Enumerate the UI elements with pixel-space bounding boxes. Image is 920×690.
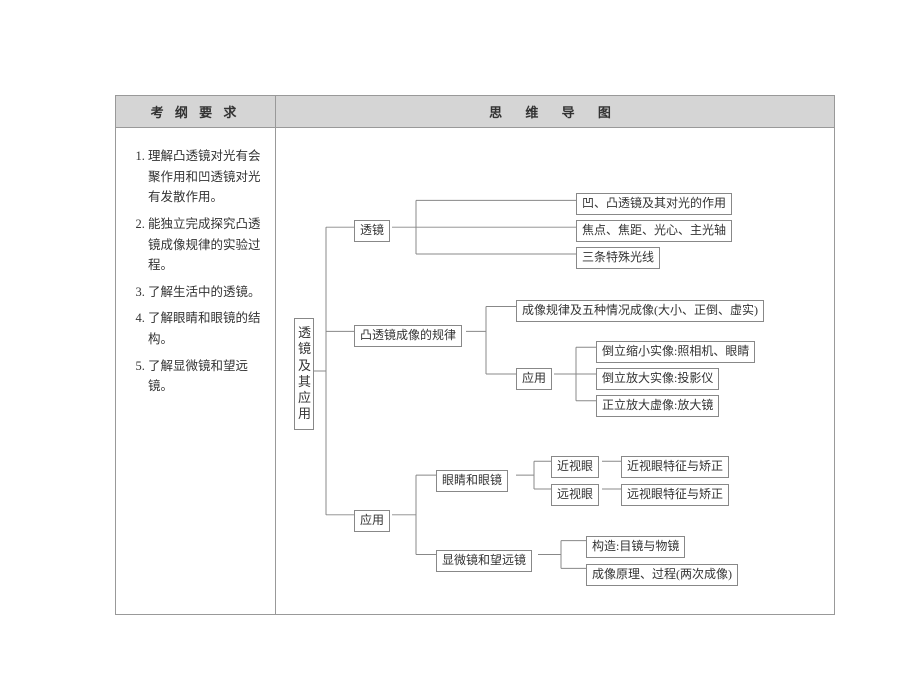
syllabus-list: 理解凸透镜对光有会聚作用和凹透镜对光有发散作用。 能独立完成探究凸透镜成像规律的… xyxy=(130,146,263,397)
header-syllabus: 考 纲 要 求 xyxy=(116,96,276,127)
branch-lens: 透镜 xyxy=(354,220,390,242)
header-mindmap: 思 维 导 图 xyxy=(276,96,834,127)
syllabus-item: 了解眼睛和眼镜的结构。 xyxy=(148,308,263,349)
leaf-rule: 成像规律及五种情况成像(大小、正倒、虚实) xyxy=(516,300,764,322)
leaf-lens-rays: 三条特殊光线 xyxy=(576,247,660,269)
branch-apply: 应用 xyxy=(516,368,552,390)
leaf-scope-structure: 构造:目镜与物镜 xyxy=(586,536,685,558)
node-hyperopia: 远视眼 xyxy=(551,484,599,506)
syllabus-item: 能独立完成探究凸透镜成像规律的实验过程。 xyxy=(148,214,263,276)
body-row: 理解凸透镜对光有会聚作用和凹透镜对光有发散作用。 能独立完成探究凸透镜成像规律的… xyxy=(116,128,834,614)
syllabus-item: 理解凸透镜对光有会聚作用和凹透镜对光有发散作用。 xyxy=(148,146,263,208)
leaf-myopia-text: 近视眼特征与矫正 xyxy=(621,456,729,478)
connector-lines xyxy=(276,128,834,614)
branch-scope: 显微镜和望远镜 xyxy=(436,550,532,572)
leaf-lens-types: 凹、凸透镜及其对光的作用 xyxy=(576,193,732,215)
branch-application: 应用 xyxy=(354,510,390,532)
syllabus-column: 理解凸透镜对光有会聚作用和凹透镜对光有发散作用。 能独立完成探究凸透镜成像规律的… xyxy=(116,128,276,614)
leaf-scope-principle: 成像原理、过程(两次成像) xyxy=(586,564,738,586)
leaf-apply-magnifier: 正立放大虚像:放大镜 xyxy=(596,395,719,417)
syllabus-item: 了解显微镜和望远镜。 xyxy=(148,356,263,397)
node-myopia: 近视眼 xyxy=(551,456,599,478)
leaf-apply-projector: 倒立放大实像:投影仪 xyxy=(596,368,719,390)
mindmap-column: 透镜及其应用 透镜 凹、凸透镜及其对光的作用 焦点、焦距、光心、主光轴 三条特殊… xyxy=(276,128,834,614)
leaf-hyperopia-text: 远视眼特征与矫正 xyxy=(621,484,729,506)
page-container: 考 纲 要 求 思 维 导 图 理解凸透镜对光有会聚作用和凹透镜对光有发散作用。… xyxy=(115,95,835,615)
leaf-lens-terms: 焦点、焦距、光心、主光轴 xyxy=(576,220,732,242)
leaf-apply-camera: 倒立缩小实像:照相机、眼睛 xyxy=(596,341,755,363)
syllabus-item: 了解生活中的透镜。 xyxy=(148,282,263,303)
branch-imaging-rule: 凸透镜成像的规律 xyxy=(354,325,462,347)
header-row: 考 纲 要 求 思 维 导 图 xyxy=(116,96,834,128)
root-node: 透镜及其应用 xyxy=(294,318,314,430)
branch-eye: 眼睛和眼镜 xyxy=(436,470,508,492)
